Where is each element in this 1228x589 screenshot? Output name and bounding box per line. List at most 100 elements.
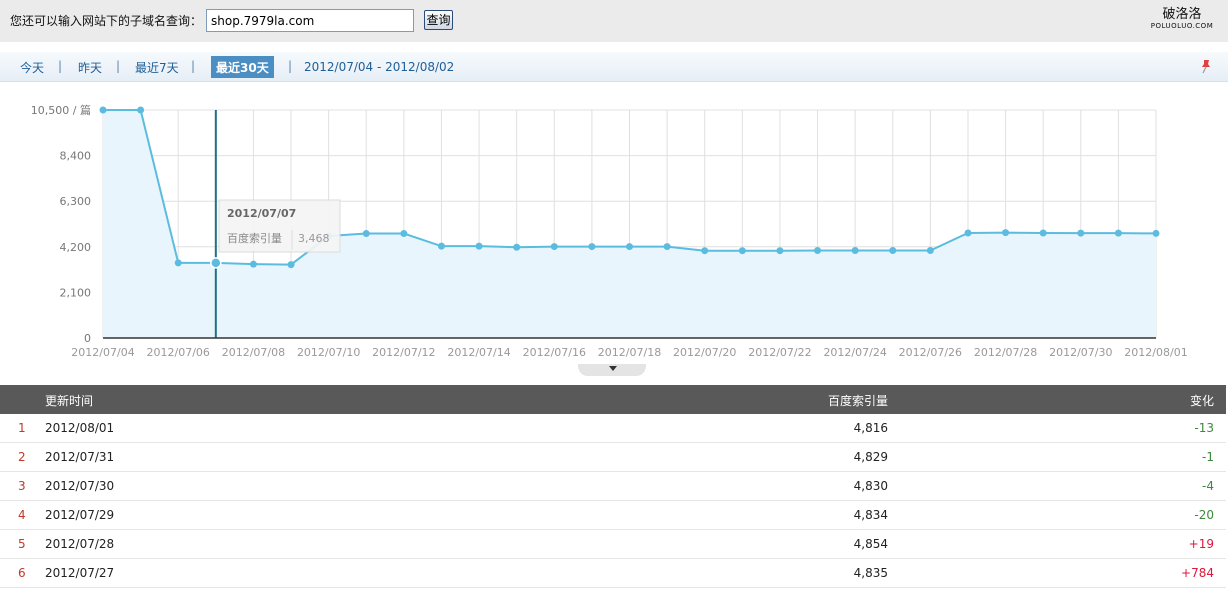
data-point[interactable] [738,247,746,255]
data-point[interactable] [926,246,934,254]
data-point[interactable] [174,259,182,267]
data-point[interactable] [1039,229,1047,237]
brand-name: 破洛洛 [1162,7,1202,22]
query-label: 您还可以输入网站下的子域名查询： [10,14,203,28]
y-tick-label: 4,200 [60,241,92,254]
x-tick-label: 2012/07/28 [974,346,1037,359]
data-point[interactable] [1114,229,1122,237]
data-point[interactable] [475,242,483,250]
tab-today[interactable]: 今天 [20,59,44,76]
tab-last-30-days[interactable]: 最近30天 [211,56,274,78]
tab-yesterday[interactable]: 昨天 [78,59,102,76]
x-tick-label: 2012/07/12 [372,346,435,359]
table-row[interactable]: 1 2012/08/01 4,816 -13 [0,414,1226,443]
x-tick-label: 2012/07/26 [899,346,962,359]
x-tick-label: 2012/07/16 [523,346,586,359]
y-tick-label: 0 [84,332,91,345]
subdomain-input[interactable] [206,9,414,32]
brand-domain: POLUOLUO.COM [1150,22,1214,30]
data-point[interactable] [626,243,633,251]
data-point[interactable] [550,243,558,251]
x-axis-labels: 2012/07/04 2012/07/06 2012/07/08 2012/07/10… [71,346,1187,359]
row-change: -13 [1194,421,1214,435]
row-index: 3 [18,479,26,493]
date-range-label[interactable]: 2012/07/04 - 2012/08/02 [304,60,454,74]
data-point[interactable] [701,247,709,255]
table-header: 更新时间 百度索引量 变化 [0,385,1226,414]
x-tick-label: 2012/07/24 [823,346,886,359]
row-index-value: 4,816 [853,421,888,435]
row-index-value: 4,854 [853,537,888,551]
row-change: -20 [1194,508,1214,522]
row-index-value: 4,835 [853,566,888,580]
row-index: 6 [18,566,26,580]
y-tick-label: 8,400 [60,150,92,163]
x-tick-label: 2012/07/08 [222,346,285,359]
row-date: 2012/07/28 [45,537,115,551]
table-row[interactable]: 6 2012/07/27 4,835 +784 [0,559,1226,588]
index-chart[interactable]: 10,500 / 篇 8,400 6,300 4,200 2,100 0 2012/07/… [0,90,1228,362]
data-point[interactable] [249,260,257,268]
pin-icon[interactable] [1198,58,1214,74]
data-point[interactable] [1152,229,1160,237]
header-update-time[interactable]: 更新时间 [45,392,93,409]
row-date: 2012/07/29 [45,508,115,522]
row-index: 5 [18,537,26,551]
y-tick-label: 2,100 [60,286,92,299]
data-point[interactable] [1077,229,1085,237]
x-tick-label: 2012/07/20 [673,346,736,359]
tab-last-7-days[interactable]: 最近7天 [135,59,179,76]
data-point[interactable] [964,229,972,237]
row-change: -4 [1202,479,1214,493]
data-point[interactable] [663,243,671,251]
x-tick-label: 2012/07/04 [71,346,134,359]
table-row[interactable]: 5 2012/07/28 4,854 +19 [0,530,1226,559]
y-tick-label: 10,500 / 篇 [31,103,91,117]
tooltip-label: 百度索引量 [227,231,282,245]
row-change: +784 [1181,566,1214,580]
data-point[interactable] [513,243,521,251]
row-date: 2012/07/27 [45,566,115,580]
header-change[interactable]: 变化 [1190,392,1214,409]
row-index: 1 [18,421,26,435]
table-row[interactable]: 4 2012/07/29 4,834 -20 [0,501,1226,530]
tab-separator: | [191,59,196,73]
tooltip-date: 2012/07/07 [227,207,296,220]
table-row[interactable]: 2 2012/07/31 4,829 -1 [0,443,1226,472]
y-tick-label: 6,300 [60,195,92,208]
chevron-down-icon [609,366,617,371]
data-point[interactable] [137,106,145,114]
data-point[interactable] [588,243,596,251]
x-tick-label: 2012/07/06 [147,346,210,359]
data-point[interactable] [776,247,784,255]
query-bar: 您还可以输入网站下的子域名查询： 查询 破洛洛 POLUOLUO.COM [0,0,1228,42]
tab-separator: | [58,59,63,73]
data-point[interactable] [851,246,859,254]
data-point[interactable] [814,246,822,254]
collapse-chart-toggle[interactable] [578,364,646,376]
y-axis-labels: 10,500 / 篇 8,400 6,300 4,200 2,100 0 [31,103,91,345]
row-index: 4 [18,508,26,522]
row-change: -1 [1202,450,1214,464]
data-point[interactable] [287,261,295,269]
header-baidu-index[interactable]: 百度索引量 [828,392,888,409]
range-tabbar: 今天 | 昨天 | 最近7天 | 最近30天 | 2012/07/04 - 20… [0,52,1228,82]
data-point[interactable] [1002,229,1010,237]
data-point[interactable] [889,246,897,254]
query-button[interactable]: 查询 [424,10,453,30]
row-date: 2012/07/31 [45,450,115,464]
data-point[interactable] [99,106,107,114]
tooltip-value: 3,468 [298,232,330,245]
data-point[interactable] [437,242,445,250]
x-tick-label: 2012/07/22 [748,346,811,359]
data-point[interactable] [400,230,408,238]
table-row[interactable]: 3 2012/07/30 4,830 -4 [0,472,1226,501]
brand-logo[interactable]: 破洛洛 POLUOLUO.COM [1142,8,1222,31]
row-index-value: 4,834 [853,508,888,522]
data-point[interactable] [362,230,370,238]
data-point[interactable] [210,257,222,269]
row-index-value: 4,829 [853,450,888,464]
row-index: 2 [18,450,26,464]
x-tick-label: 2012/08/01 [1124,346,1187,359]
index-table: 更新时间 百度索引量 变化 1 2012/08/01 4,816 -13 2 2012/0… [0,385,1226,588]
